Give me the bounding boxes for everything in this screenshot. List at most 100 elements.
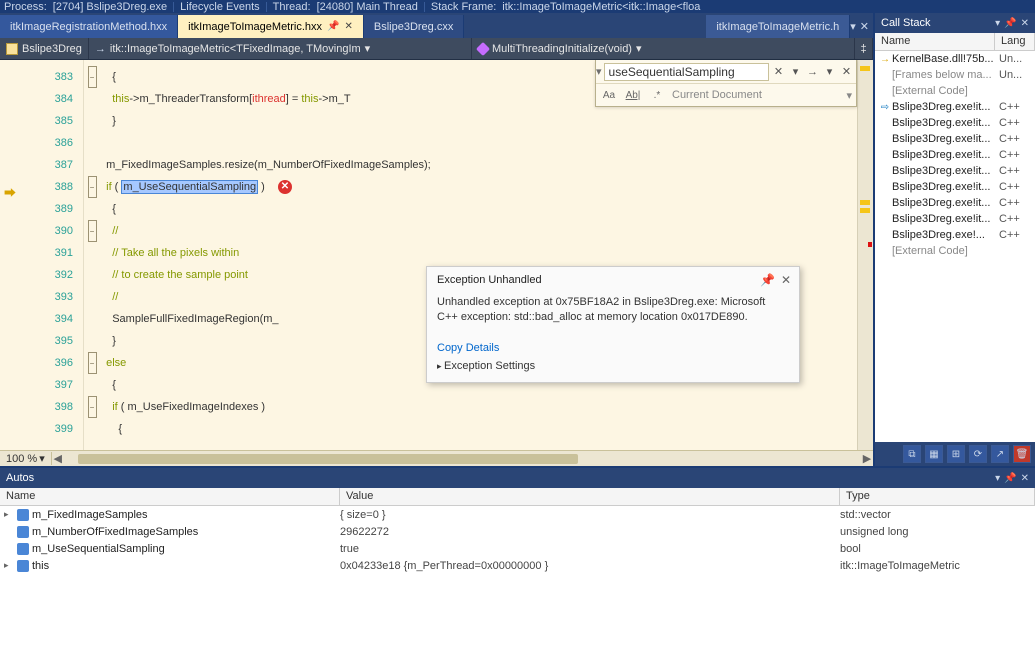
close-icon[interactable]: ✕ [344,21,352,32]
find-prev-icon[interactable]: ▾ [822,64,838,80]
whole-word-toggle[interactable]: Ab| [624,90,642,101]
indicator-margin: ⮕ [0,60,24,450]
expand-find-icon[interactable]: ▾ [596,65,602,78]
col-name[interactable]: Name [875,33,995,50]
pin-icon[interactable]: 📌 [1004,18,1016,29]
thread-value[interactable]: [24080] Main Thread [317,1,418,13]
exception-settings-link[interactable]: Exception Settings [437,360,789,372]
nav-bar: Bslipe3Dreg → itk::ImageToImageMetric<TF… [0,38,873,60]
pin-icon[interactable]: 📌 [327,21,339,32]
autos-rows[interactable]: ▸ m_FixedImageSamples { size=0 } std::ve… [0,506,1035,666]
callstack-row[interactable]: Bslipe3Dreg.exe!it... C++ [875,131,1035,147]
callstack-row[interactable]: Bslipe3Dreg.exe!it... C++ [875,163,1035,179]
callstack-row[interactable]: Bslipe3Dreg.exe!it... C++ [875,211,1035,227]
col-name[interactable]: Name [0,488,340,505]
autos-row[interactable]: ▸ this 0x04233e18 {m_PerThread=0x0000000… [0,557,1035,574]
match-case-toggle[interactable]: Aa [600,90,618,101]
autos-row[interactable]: ▸ m_FixedImageSamples { size=0 } std::ve… [0,506,1035,523]
frame-lang: C++ [999,117,1035,129]
nav-member[interactable]: MultiThreadingInitialize(void) ▾ [472,38,855,59]
close-icon[interactable]: ✕ [781,273,791,287]
col-type[interactable]: Type [840,488,1035,505]
process-value[interactable]: [2704] Bslipe3Dreg.exe [53,1,167,13]
fold-toggle[interactable]: − [88,66,97,88]
tool-icon[interactable]: ↗ [991,445,1009,463]
close-find-icon[interactable]: ✕ [839,64,855,80]
frame-name: Bslipe3Dreg.exe!it... [892,149,999,161]
frame-name: [External Code] [892,85,999,97]
tab-label: Bslipe3Dreg.cxx [374,21,453,33]
tool-icon[interactable]: ⊞ [947,445,965,463]
close-icon[interactable]: ✕ [860,20,869,33]
col-lang[interactable]: Lang [995,33,1035,50]
frame-lang: Un... [999,53,1035,65]
scroll-right-icon[interactable]: ▶ [861,452,873,465]
horizontal-scrollbar[interactable] [64,453,861,465]
variable-name: m_UseSequentialSampling [32,543,165,555]
regex-toggle[interactable]: .* [648,90,666,101]
scope-dropdown-icon[interactable]: ▾ [846,89,852,102]
lifecycle-label[interactable]: Lifecycle Events [180,1,259,13]
tool-icon[interactable]: 🗑 [1013,445,1031,463]
frame-lang: Un... [999,69,1035,81]
code-editor[interactable]: ⮕ 38338438538638738838939039139239339439… [0,60,873,450]
tool-icon[interactable]: ▦ [925,445,943,463]
fold-toggle[interactable]: − [88,352,97,374]
window-pos-icon[interactable]: ▾ [995,18,1000,29]
autos-row[interactable]: m_UseSequentialSampling true bool [0,540,1035,557]
zoom-dropdown[interactable]: 100 % ▾ [0,452,52,465]
copy-details-link[interactable]: Copy Details [437,342,789,354]
error-marker-icon [868,242,872,247]
callstack-row[interactable]: Bslipe3Dreg.exe!it... C++ [875,179,1035,195]
callstack-row[interactable]: Bslipe3Dreg.exe!it... C++ [875,147,1035,163]
frame-lang: C++ [999,165,1035,177]
editor-footer: 100 % ▾ ◀ ▶ [0,450,873,466]
tab-dropdown-icon[interactable]: ▾ [850,20,856,33]
callstack-rows[interactable]: → KernelBase.dll!75b... Un... [Frames be… [875,51,1035,442]
close-icon[interactable]: ✕ [1021,18,1029,29]
pin-icon[interactable]: 📌 [1004,473,1016,484]
tab-image-metric-h[interactable]: itkImageToImageMetric.h [706,15,850,38]
variable-name: m_FixedImageSamples [32,509,148,521]
tool-icon[interactable]: ⟳ [969,445,987,463]
callstack-row[interactable]: [External Code] [875,83,1035,99]
stackframe-value[interactable]: itk::ImageToImageMetric<itk::Image<floa [502,1,700,13]
tool-icon[interactable]: ⧉ [903,445,921,463]
pin-icon[interactable]: 📌 [760,273,775,287]
fold-toggle[interactable]: − [88,176,97,198]
find-next-icon[interactable]: → [805,64,821,80]
fold-toggle[interactable]: − [88,396,97,418]
code-lines[interactable]: { this->m_ThreaderTransform[ithread] = t… [100,60,857,450]
expand-icon[interactable]: ▸ [4,560,14,571]
scroll-track[interactable] [857,60,873,450]
fold-toggle[interactable]: − [88,220,97,242]
callstack-row[interactable]: Bslipe3Dreg.exe!it... C++ [875,115,1035,131]
tab-image-metric-hxx[interactable]: itkImageToImageMetric.hxx 📌 ✕ [178,15,364,38]
callstack-row[interactable]: Bslipe3Dreg.exe!... C++ [875,227,1035,243]
tab-bslipe-cxx[interactable]: Bslipe3Dreg.cxx [364,15,464,38]
clear-search-icon[interactable]: ✕ [771,64,787,80]
expand-icon[interactable]: ▸ [4,509,14,520]
nav-scope[interactable]: → itk::ImageToImageMetric<TFixedImage, T… [89,38,472,59]
variable-value: 0x04233e18 {m_PerThread=0x00000000 } [340,560,840,572]
variable-type: std::vector [840,509,1035,521]
close-icon[interactable]: ✕ [1021,473,1029,484]
callstack-row[interactable]: [External Code] [875,243,1035,259]
callstack-row[interactable]: Bslipe3Dreg.exe!it... C++ [875,195,1035,211]
callstack-row[interactable]: ⇨ Bslipe3Dreg.exe!it... C++ [875,99,1035,115]
tab-registration-method[interactable]: itkImageRegistrationMethod.hxx [0,15,178,38]
callstack-row[interactable]: → KernelBase.dll!75b... Un... [875,51,1035,67]
window-pos-icon[interactable]: ▾ [995,473,1000,484]
autos-row[interactable]: m_NumberOfFixedImageSamples 29622272 uns… [0,523,1035,540]
exception-title: Exception Unhandled [437,274,754,286]
search-scope[interactable]: Current Document [672,89,762,101]
col-value[interactable]: Value [340,488,840,505]
dropdown-icon[interactable]: ▾ [788,64,804,80]
frame-name: Bslipe3Dreg.exe!it... [892,101,999,113]
scroll-left-icon[interactable]: ◀ [52,452,64,465]
search-input[interactable] [604,63,769,81]
callstack-row[interactable]: [Frames below ma... Un... [875,67,1035,83]
nav-project[interactable]: Bslipe3Dreg [0,38,89,59]
split-icon[interactable]: ‡ [855,38,873,59]
frame-name: Bslipe3Dreg.exe!it... [892,197,999,209]
